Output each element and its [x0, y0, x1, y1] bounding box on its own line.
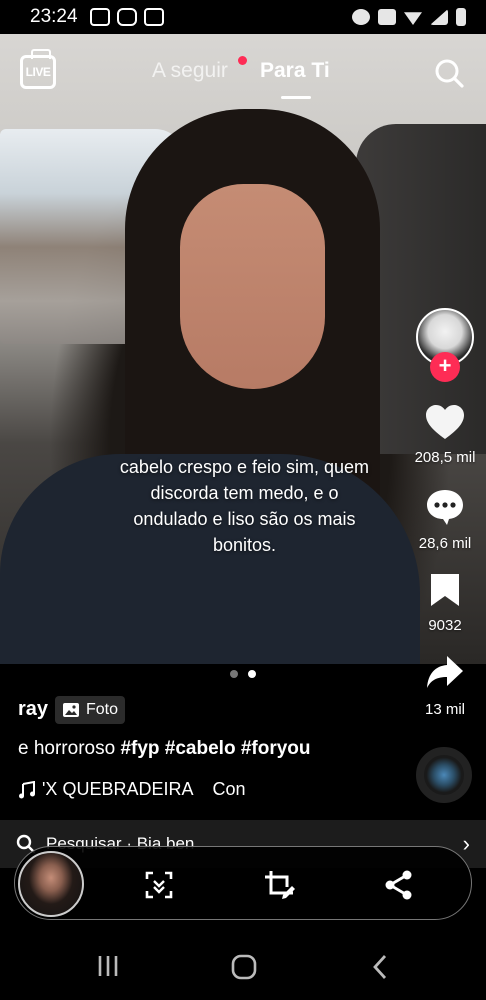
post-photo[interactable]: cabelo crespo e feio sim, quem discorda … [0, 34, 486, 664]
heart-icon [426, 405, 464, 439]
search-icon[interactable] [434, 58, 464, 88]
scan-icon[interactable] [143, 869, 175, 901]
status-time: 23:24 [30, 6, 78, 27]
mute-icon [378, 9, 396, 25]
photo-icon [63, 703, 79, 717]
music-disc[interactable] [416, 747, 472, 803]
wifi-icon [404, 12, 422, 25]
alarm-icon [352, 9, 370, 25]
share-icon[interactable] [383, 869, 415, 901]
back-icon[interactable] [370, 954, 390, 980]
share-arrow-icon [427, 656, 463, 688]
battery-icon [456, 8, 466, 26]
like-count: 208,5 mil [414, 449, 476, 466]
carousel-dot [230, 670, 238, 678]
description-text: e horroroso [18, 738, 121, 759]
screen: 23:24 cabelo crespo e feio sim, quem dis… [0, 0, 486, 1000]
crop-edit-icon[interactable] [263, 869, 295, 901]
recent-apps-icon[interactable] [96, 954, 120, 978]
screenshot-toolbar [14, 846, 472, 920]
music-note-icon [19, 780, 35, 798]
youtube-icon [143, 8, 164, 26]
carousel-indicator [230, 670, 256, 678]
photo-text-overlay: cabelo crespo e feio sim, quem discorda … [119, 457, 370, 555]
signal-icon [430, 9, 448, 25]
music-title: 'X QUEBRADEIRA Con [42, 779, 246, 799]
home-icon[interactable] [231, 954, 257, 980]
photo-subject-face [180, 184, 325, 389]
music-row[interactable]: 'X QUEBRADEIRA Con [18, 779, 263, 800]
screenshot-thumbnail[interactable] [18, 851, 84, 917]
notification-dot [238, 56, 247, 65]
comment-icon [427, 490, 463, 525]
comment-count: 28,6 mil [418, 535, 472, 552]
chevron-right-icon: › [462, 831, 470, 856]
photo-badge-label: Foto [86, 701, 119, 718]
instagram-icon [116, 8, 137, 26]
follow-button[interactable]: + [430, 352, 460, 382]
photo-badge: Foto [55, 696, 126, 724]
tab-following[interactable]: A seguir [152, 59, 228, 83]
share-button[interactable]: 13 mil [405, 654, 485, 718]
save-count: 9032 [428, 617, 462, 634]
carousel-dot-active [248, 670, 256, 678]
save-button[interactable]: 9032 [405, 572, 485, 634]
author-name[interactable]: ray [18, 698, 48, 721]
status-icons [352, 8, 466, 26]
post-description[interactable]: e horroroso #fyp #cabelo #foryou [18, 738, 311, 760]
android-navigation-bar [0, 930, 486, 1000]
tab-for-you[interactable]: Para Ti [260, 59, 330, 83]
live-button[interactable]: LIVE [20, 55, 56, 89]
status-bar: 23:24 [0, 0, 486, 34]
gallery-icon [89, 8, 110, 26]
description-hashtags[interactable]: #fyp #cabelo #foryou [120, 738, 310, 759]
active-tab-indicator [281, 96, 311, 99]
like-button[interactable]: 208,5 mil [405, 404, 485, 466]
share-count: 13 mil [424, 701, 465, 718]
live-icon-label: LIVE [25, 65, 51, 79]
comment-button[interactable]: 28,6 mil [405, 488, 485, 552]
bookmark-icon [431, 574, 459, 606]
